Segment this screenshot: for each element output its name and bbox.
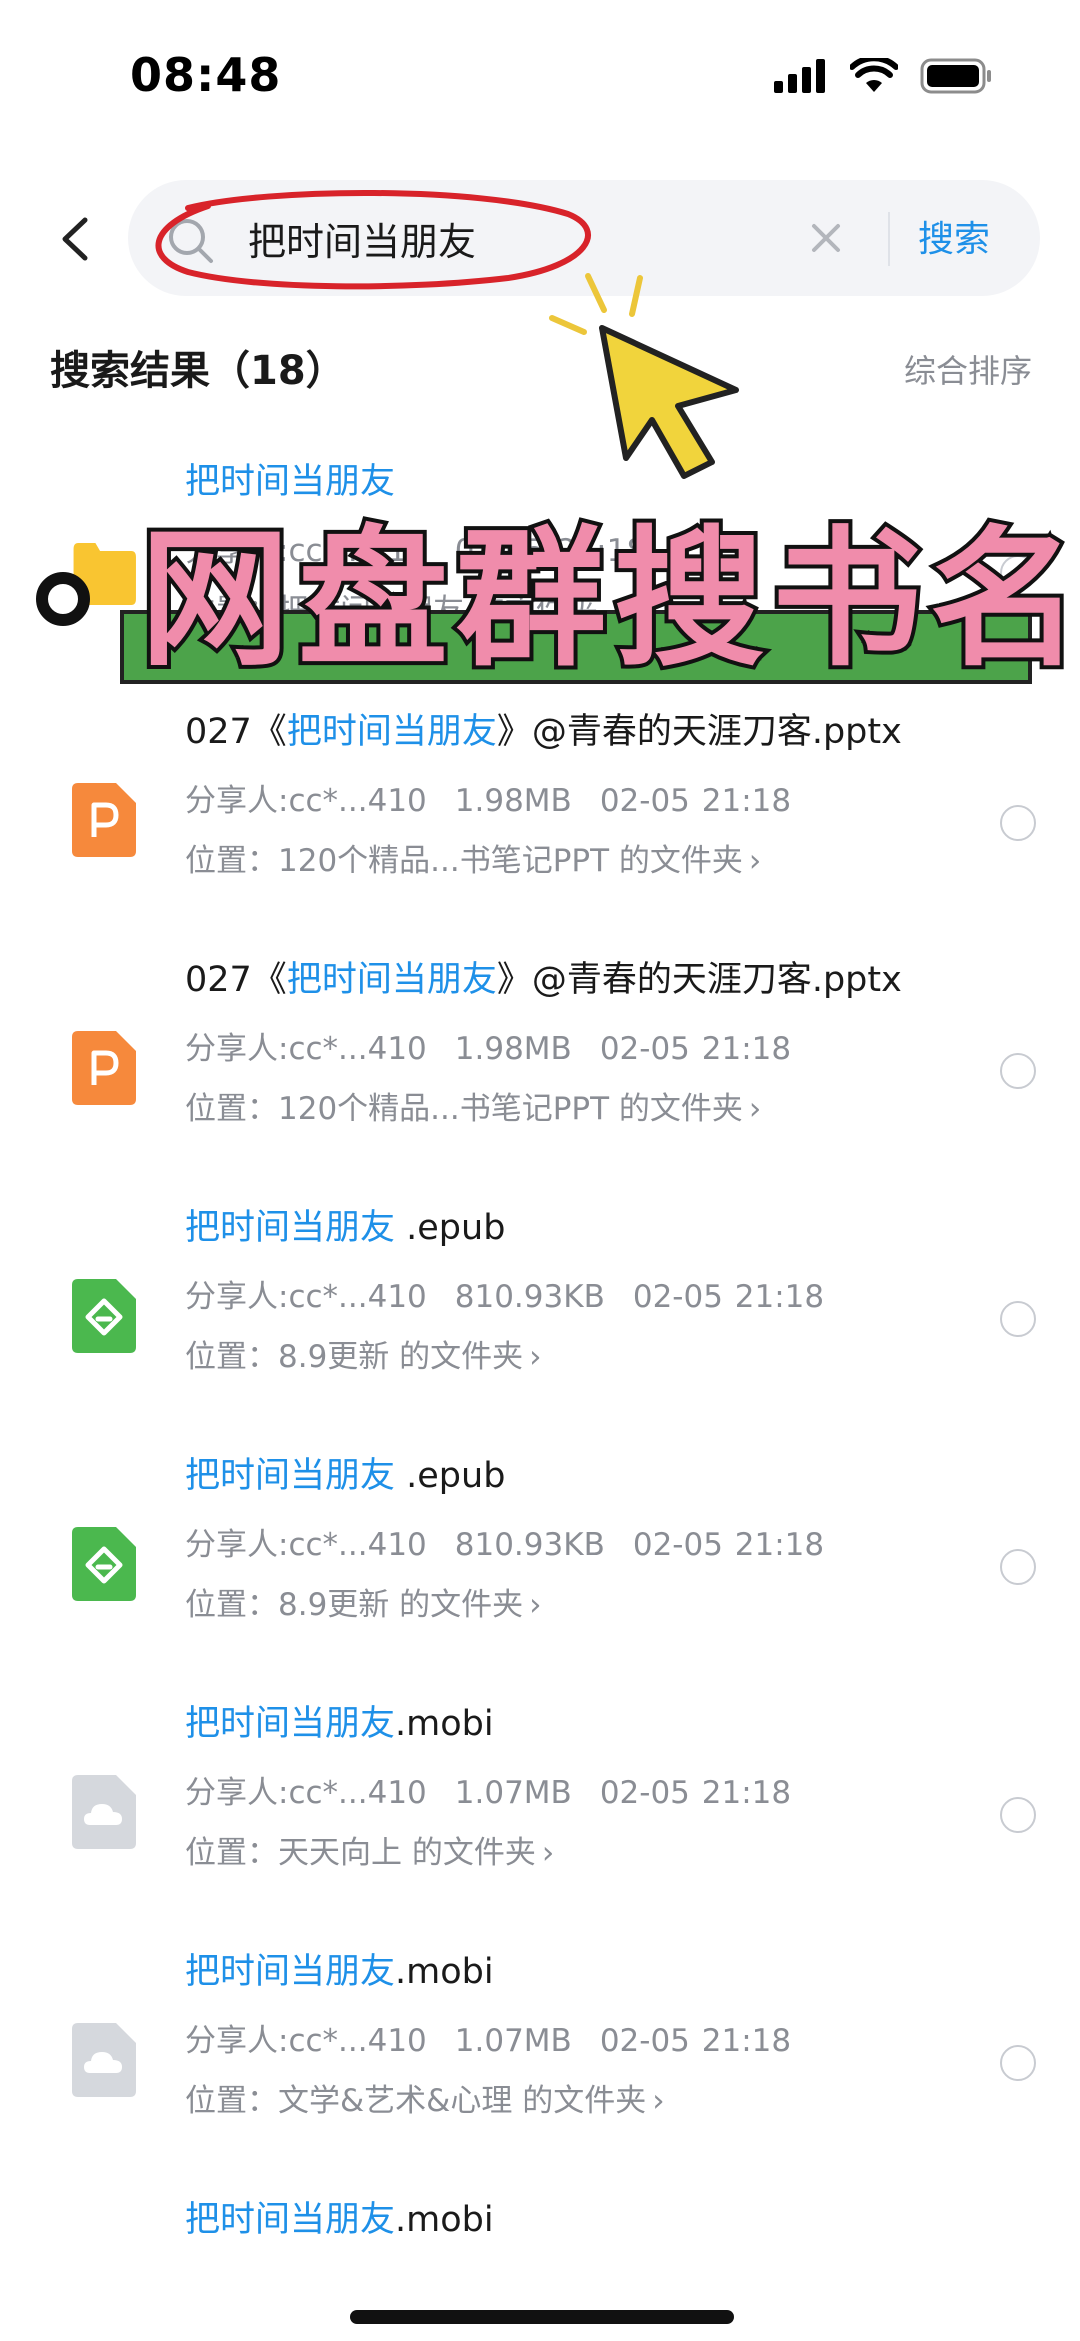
back-button[interactable] xyxy=(50,212,98,266)
status-bar: 08:48 xyxy=(0,0,1080,150)
result-item[interactable]: 把时间当朋友 .epub 分享人:cc*...410 810.93KB 02-05 … xyxy=(0,1191,1080,1439)
file-path[interactable]: 位置：8.9更新 的文件夹 › xyxy=(185,1579,542,1624)
file-meta: 分享人:cc*...410 1.98MB 02-05 21:18 xyxy=(185,783,792,819)
file-path[interactable]: 位置：120个精品...书笔记PPT 的文件夹 › xyxy=(185,1083,761,1128)
file-path[interactable]: 位置：文学&艺术&心理 的文件夹 › xyxy=(185,2075,665,2120)
select-radio[interactable] xyxy=(1000,2045,1036,2081)
result-item[interactable]: 把时间当朋友 .epub 分享人:cc*...410 810.93KB 02-05 … xyxy=(0,1439,1080,1687)
result-item[interactable]: 把时间当朋友.mobi xyxy=(0,2183,1080,2253)
file-name: 把时间当朋友 xyxy=(185,462,396,502)
select-radio[interactable] xyxy=(1000,1053,1036,1089)
result-item[interactable]: 把时间当朋友.mobi 分享人:cc*...410 1.07MB 02-05 21:… xyxy=(0,1935,1080,2183)
select-radio[interactable] xyxy=(1000,1797,1036,1833)
epub-file-icon xyxy=(72,1279,136,1353)
result-item[interactable]: 027《把时间当朋友》@青春的天涯刀客.pptx 分享人:cc*...410 1.… xyxy=(0,695,1080,943)
cellular-signal-icon xyxy=(774,59,825,93)
file-path[interactable]: 位置：8.9更新 的文件夹 › xyxy=(185,1331,542,1376)
file-name: 027《把时间当朋友》@青春的天涯刀客.pptx xyxy=(185,960,902,1000)
file-path[interactable]: 位置：天天向上 的文件夹 › xyxy=(185,1827,554,1872)
select-radio[interactable] xyxy=(1000,1549,1036,1585)
chevron-right-icon: › xyxy=(652,2083,665,2119)
file-meta: 分享人:cc*...410 1.07MB 02-05 21:18 xyxy=(185,1775,792,1811)
file-name: 把时间当朋友.mobi xyxy=(185,1952,494,1992)
select-radio[interactable] xyxy=(1000,1301,1036,1337)
search-divider xyxy=(888,212,890,266)
chevron-right-icon: › xyxy=(748,1091,762,1127)
chevron-right-icon: › xyxy=(748,843,762,879)
wifi-icon xyxy=(850,58,898,92)
overlay-banner: 网盘群搜书名 xyxy=(30,509,1080,691)
ppt-file-icon xyxy=(72,783,136,857)
cursor-arrow-icon xyxy=(549,273,739,479)
file-meta: 分享人:cc*...410 1.98MB 02-05 21:18 xyxy=(185,1031,792,1067)
file-meta: 分享人:cc*...410 1.07MB 02-05 21:18 xyxy=(185,2023,792,2059)
chevron-left-icon xyxy=(62,217,88,261)
red-circle-annotation xyxy=(155,190,591,290)
cloud-file-icon xyxy=(72,2023,136,2097)
file-name: 027《把时间当朋友》@青春的天涯刀客.pptx xyxy=(185,712,902,752)
file-name: 把时间当朋友.mobi xyxy=(185,1704,494,1744)
search-submit-button[interactable]: 搜索 xyxy=(918,210,990,262)
result-item[interactable]: 把时间当朋友.mobi 分享人:cc*...410 1.07MB 02-05 21:… xyxy=(0,1687,1080,1935)
results-title: 搜索结果（18） xyxy=(50,348,346,394)
banner-dot xyxy=(36,572,90,626)
chevron-right-icon: › xyxy=(541,1835,555,1871)
battery-icon xyxy=(920,58,991,94)
status-icons xyxy=(774,58,992,94)
banner-text: 网盘群搜书名 xyxy=(136,509,1080,691)
file-name: 把时间当朋友 .epub xyxy=(185,1208,506,1248)
ppt-file-icon xyxy=(72,1031,136,1105)
epub-file-icon xyxy=(72,1527,136,1601)
result-item[interactable]: 027《把时间当朋友》@青春的天涯刀客.pptx 分享人:cc*...410 1.… xyxy=(0,943,1080,1191)
file-name: 把时间当朋友.mobi xyxy=(185,2200,494,2240)
file-meta: 分享人:cc*...410 810.93KB 02-05 21:18 xyxy=(185,1279,825,1315)
file-name: 把时间当朋友 .epub xyxy=(185,1456,506,1496)
cloud-file-icon xyxy=(72,1775,136,1849)
file-path[interactable]: 位置：120个精品...书笔记PPT 的文件夹 › xyxy=(185,835,761,880)
select-radio[interactable] xyxy=(1000,805,1036,841)
file-meta: 分享人:cc*...410 810.93KB 02-05 21:18 xyxy=(185,1527,825,1563)
clear-icon[interactable] xyxy=(808,220,844,256)
chevron-right-icon: › xyxy=(529,1339,542,1375)
sort-button[interactable]: 综合排序 xyxy=(904,346,1032,392)
chevron-right-icon: › xyxy=(529,1587,542,1623)
home-indicator[interactable] xyxy=(350,2310,734,2324)
status-time: 08:48 xyxy=(130,48,282,102)
